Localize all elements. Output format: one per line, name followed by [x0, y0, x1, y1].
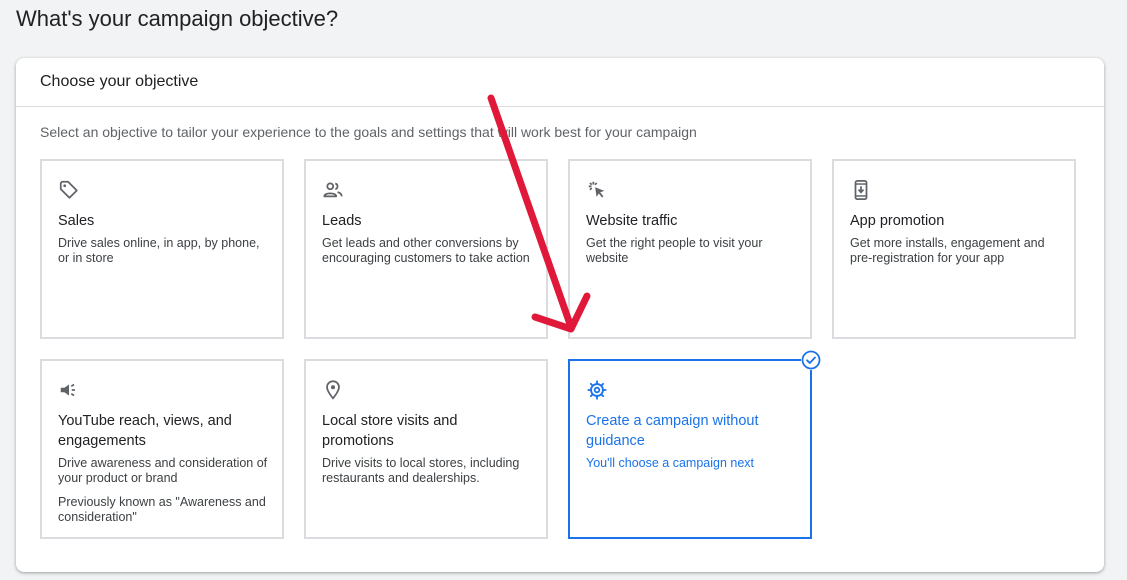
- objective-title: App promotion: [850, 213, 945, 229]
- objective-title: Sales: [58, 213, 95, 229]
- objective-card-leads[interactable]: Leads Get leads and other conversions by…: [304, 159, 548, 339]
- objective-note: Previously known as "Awareness and consi…: [58, 495, 266, 524]
- tag-icon: [59, 180, 78, 199]
- phone-download-icon: [854, 179, 868, 201]
- objective-description: Get more installs, engagement and pre-re…: [850, 236, 1045, 265]
- objective-description: Get the right people to visit your websi…: [586, 236, 763, 265]
- cursor-click-icon: [588, 181, 605, 198]
- objective-description: Drive sales online, in app, by phone, or…: [58, 236, 260, 265]
- objective-card-youtube-reach[interactable]: YouTube reach, views, and engagements Dr…: [40, 359, 284, 539]
- objective-description: You'll choose a campaign next: [586, 456, 755, 470]
- people-icon: [323, 182, 343, 198]
- objective-card-website-traffic[interactable]: Website traffic Get the right people to …: [568, 159, 812, 339]
- objective-description: Get leads and other conversions by encou…: [322, 236, 530, 265]
- gear-icon: [587, 380, 607, 400]
- objective-title: Website traffic: [586, 213, 678, 229]
- objective-card-app-promotion[interactable]: App promotion Get more installs, engagem…: [832, 159, 1076, 339]
- panel-title: Choose your objective: [40, 73, 199, 90]
- objective-card-no-guidance[interactable]: Create a campaign without guidance You'l…: [568, 350, 821, 539]
- panel-header: Choose your objective: [16, 58, 1104, 107]
- objective-title: Leads: [322, 213, 362, 229]
- objective-title: YouTube reach, views, and engagements: [58, 413, 232, 449]
- objective-description: Drive visits to local stores, including …: [322, 456, 520, 485]
- panel-subtitle: Select an objective to tailor your exper…: [40, 124, 697, 140]
- megaphone-icon: [60, 383, 75, 397]
- objective-title: Local store visits and promotions: [322, 413, 458, 449]
- objective-title: Create a campaign without guidance: [586, 413, 759, 449]
- objective-panel: Choose your objective Select an objectiv…: [16, 58, 1104, 572]
- objective-card-local-store[interactable]: Local store visits and promotions Drive …: [304, 359, 548, 539]
- check-circle-icon: [801, 350, 821, 370]
- page-title: What's your campaign objective?: [16, 6, 339, 31]
- objective-card-sales[interactable]: Sales Drive sales online, in app, by pho…: [40, 159, 284, 339]
- location-pin-icon: [326, 380, 340, 400]
- objective-description: Drive awareness and consideration of you…: [58, 456, 268, 485]
